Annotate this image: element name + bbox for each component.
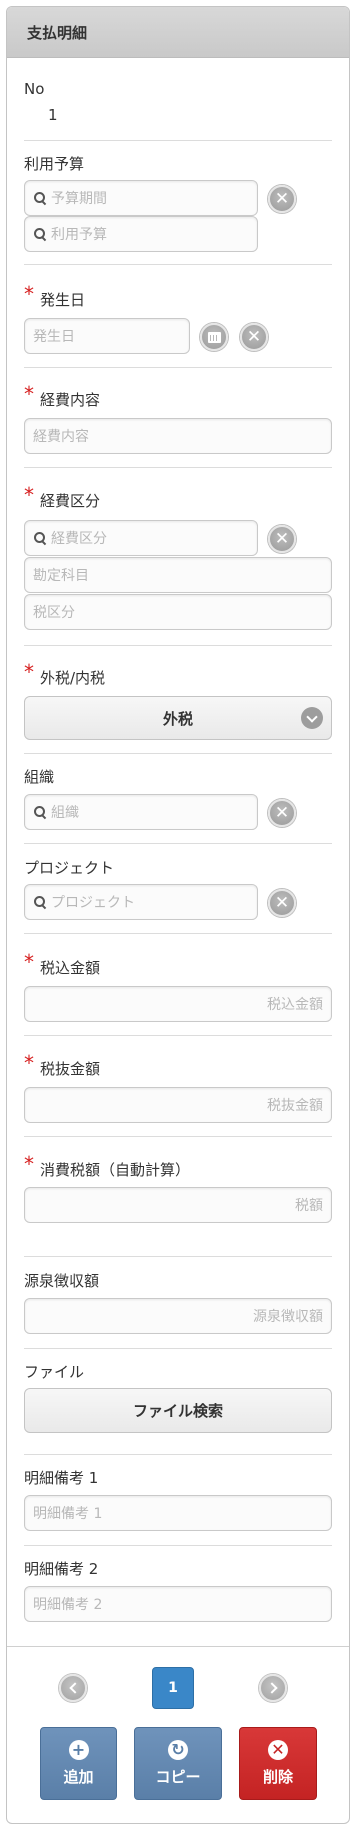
clear-project-icon[interactable]: ✕ [268, 889, 296, 917]
tax-category-field: 税区分 [24, 594, 332, 630]
file-search-label: ファイル検索 [132, 1402, 223, 1420]
note1-label: 明細備考 1 [24, 1469, 99, 1487]
search-icon [33, 895, 47, 909]
clear-org-icon[interactable]: ✕ [268, 799, 296, 827]
placeholder: 組織 [51, 805, 79, 821]
file-search-button[interactable]: ファイル検索 [24, 1388, 332, 1433]
placeholder: 税額 [295, 1198, 323, 1214]
withholding-label: 源泉徴収額 [24, 1272, 100, 1290]
divider [24, 1136, 332, 1137]
project-input[interactable]: プロジェクト [24, 884, 258, 920]
note2-label: 明細備考 2 [24, 1560, 99, 1578]
clear-category-icon[interactable]: ✕ [268, 525, 296, 553]
account-field: 勘定科目 [24, 557, 332, 593]
divider [24, 753, 332, 754]
excl-amount-input[interactable]: 税抜金額 [24, 1087, 332, 1123]
required-mark: * [24, 483, 34, 507]
project-label: プロジェクト [24, 859, 115, 877]
org-label: 組織 [24, 768, 55, 786]
placeholder: 源泉徴収額 [253, 1309, 323, 1325]
divider [24, 1348, 332, 1349]
required-mark: * [24, 950, 34, 974]
add-button[interactable]: + 追加 [40, 1727, 117, 1800]
no-label: No [24, 80, 45, 98]
delete-label: 削除 [262, 1768, 293, 1786]
required-mark: * [24, 382, 34, 406]
calendar-icon[interactable] [200, 323, 228, 351]
org-input[interactable]: 組織 [24, 794, 258, 830]
panel-title: 支払明細 [27, 23, 88, 42]
budget-period-input[interactable]: 予算期間 [24, 180, 258, 216]
category-input[interactable]: 経費区分 [24, 520, 258, 556]
clear-date-icon[interactable]: ✕ [240, 323, 268, 351]
divider [24, 645, 332, 646]
incl-label: 税込金額 [40, 959, 101, 977]
placeholder: 発生日 [33, 329, 75, 345]
prev-page-icon[interactable] [59, 1674, 87, 1702]
incl-amount-input[interactable]: 税込金額 [24, 986, 332, 1022]
tax-type-label: 外税/内税 [40, 669, 106, 687]
panel-header: 支払明細 [7, 7, 349, 58]
file-label: ファイル [24, 1363, 85, 1381]
placeholder: 利用予算 [51, 227, 107, 243]
placeholder: 勘定科目 [33, 568, 89, 584]
divider [24, 367, 332, 368]
placeholder: 明細備考 2 [33, 1597, 103, 1613]
add-label: 追加 [63, 1768, 94, 1786]
required-mark: * [24, 660, 34, 684]
date-label: 発生日 [40, 291, 86, 309]
budget-label: 利用予算 [24, 155, 85, 173]
required-mark: * [24, 1051, 34, 1075]
ctax-amount-field: 税額 [24, 1187, 332, 1223]
divider [24, 1545, 332, 1546]
content-input[interactable]: 経費内容 [24, 418, 332, 454]
note1-input[interactable]: 明細備考 1 [24, 1495, 332, 1531]
search-icon [33, 191, 47, 205]
search-icon [33, 805, 47, 819]
placeholder: 経費区分 [51, 531, 107, 547]
required-mark: * [24, 1152, 34, 1176]
next-page-icon[interactable] [259, 1674, 287, 1702]
divider [24, 467, 332, 468]
placeholder: 経費内容 [33, 429, 89, 445]
date-input[interactable]: 発生日 [24, 318, 190, 354]
chevron-down-icon [301, 707, 323, 729]
delete-icon: ✕ [268, 1740, 288, 1760]
page-number-button[interactable]: 1 [152, 1667, 194, 1709]
clear-budget-icon[interactable]: ✕ [268, 185, 296, 213]
copy-button[interactable]: ↻ コピー [134, 1727, 222, 1800]
placeholder: 予算期間 [51, 191, 107, 207]
footer-divider [7, 1646, 349, 1647]
divider [24, 1454, 332, 1455]
excl-label: 税抜金額 [40, 1060, 101, 1078]
note2-input[interactable]: 明細備考 2 [24, 1586, 332, 1622]
copy-icon: ↻ [168, 1740, 188, 1760]
placeholder: 税抜金額 [267, 1098, 323, 1114]
divider [24, 843, 332, 844]
tax-type-value: 外税 [162, 709, 193, 728]
placeholder: 税区分 [33, 605, 75, 621]
ctax-label: 消費税額（自動計算） [40, 1161, 191, 1179]
placeholder: 税込金額 [267, 997, 323, 1013]
copy-label: コピー [155, 1768, 201, 1786]
divider [24, 1256, 332, 1257]
divider [24, 140, 332, 141]
search-icon [33, 227, 47, 241]
divider [24, 264, 332, 265]
divider [24, 1035, 332, 1036]
tax-type-select[interactable]: 外税 [24, 696, 332, 740]
placeholder: プロジェクト [51, 895, 135, 911]
budget-input[interactable]: 利用予算 [24, 216, 258, 252]
placeholder: 明細備考 1 [33, 1506, 103, 1522]
search-icon [33, 531, 47, 545]
divider [24, 933, 332, 934]
plus-icon: + [68, 1740, 89, 1760]
withholding-input[interactable]: 源泉徴収額 [24, 1298, 332, 1334]
delete-button[interactable]: ✕ 削除 [239, 1727, 317, 1800]
category-label: 経費区分 [40, 492, 101, 510]
content-label: 経費内容 [40, 391, 101, 409]
no-value: 1 [48, 106, 58, 124]
required-mark: * [24, 282, 34, 306]
